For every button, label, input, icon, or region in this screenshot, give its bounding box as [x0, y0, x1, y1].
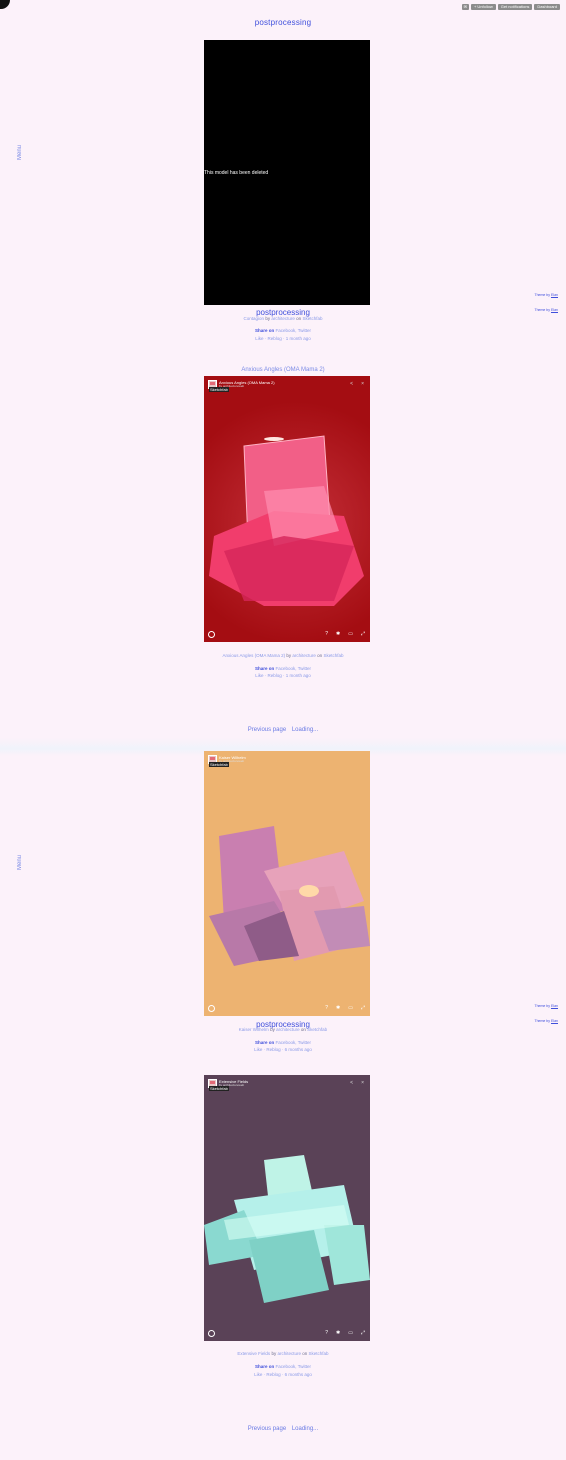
vr-icon[interactable]: ▭ [348, 1005, 353, 1011]
caption-author-link[interactable]: architecture [277, 1351, 301, 1356]
sketchfab-label: Sketchfab [209, 1086, 229, 1091]
caption-model-link[interactable]: Anxious Angles (OMA Mama 2) [223, 653, 286, 658]
share-row: Share on Facebook, Twitter [255, 1364, 311, 1369]
sketchfab-label: Sketchfab [209, 762, 229, 767]
theme-credit[interactable]: Theme by Elan [534, 1004, 558, 1008]
post-title[interactable]: Anxious Angles (OMA Mama 2) [0, 367, 566, 373]
post-caption: Contagion by architecture on Sketchfab [243, 316, 323, 321]
menu-toggle[interactable]: Menu [17, 145, 23, 160]
share-links[interactable]: Facebook, Twitter [276, 1364, 311, 1369]
pagination: Previous page Loading... [0, 727, 566, 733]
message-icon[interactable]: ✉ [461, 4, 469, 10]
fullscreen-icon[interactable]: ⤢ [361, 1330, 365, 1336]
share-row: Share on Facebook, Twitter [255, 328, 311, 333]
caption-model-link[interactable]: Extensive Fields [237, 1351, 270, 1356]
viewer-footer: ? ✱ ▭ ⤢ [204, 1004, 370, 1012]
get-notifications-button[interactable]: Get notifications [497, 4, 533, 10]
sketchfab-logo-icon[interactable] [208, 1330, 215, 1337]
share-row: Share on Facebook, Twitter [255, 666, 311, 671]
post-meta[interactable]: Like · Reblog · 1 month ago [0, 673, 566, 678]
caption-site-link[interactable]: Sketchfab [307, 1027, 327, 1032]
post-caption: Kaiser Wilhelm by architecture on Sketch… [238, 1027, 328, 1032]
fullscreen-icon[interactable]: ⤢ [361, 1005, 365, 1011]
caption-site-link[interactable]: Sketchfab [302, 316, 322, 321]
viewer-footer: ? ✱ ▭ ⤢ [204, 1329, 370, 1337]
share-row: Share on Facebook, Twitter [255, 1040, 311, 1045]
viewer-tools: < × [350, 1080, 364, 1086]
dashboard-button[interactable]: Dashboard [534, 4, 560, 10]
caption-author-link[interactable]: architecture [271, 316, 295, 321]
post-meta[interactable]: Like · Reblog · 6 months ago [0, 1047, 566, 1052]
viewer-footer: ? ✱ ▭ ⤢ [204, 630, 370, 638]
tumblr-controls: ✉ + Unfollow Get notifications Dashboard [461, 4, 560, 10]
model-viewer[interactable]: Anxious Angles (OMA Mama 2) by architect… [204, 376, 370, 642]
caption-model-link[interactable]: Contagion [244, 316, 265, 321]
previous-page-link[interactable]: Previous page [248, 727, 286, 733]
help-icon[interactable]: ? [325, 1005, 328, 1011]
post-meta[interactable]: Like · Reblog · 6 months ago [0, 1372, 566, 1377]
caption-author-link[interactable]: architecture [292, 653, 316, 658]
close-icon[interactable]: × [361, 1080, 364, 1086]
caption-model-link[interactable]: Kaiser Wilhelm [239, 1027, 269, 1032]
caption-site-link[interactable]: Sketchfab [309, 1351, 329, 1356]
help-icon[interactable]: ? [325, 1330, 328, 1336]
sketchfab-logo-icon[interactable] [208, 1005, 215, 1012]
model-render [209, 826, 370, 966]
menu-toggle[interactable]: Menu [17, 855, 23, 870]
vr-icon[interactable]: ▭ [348, 1330, 353, 1336]
pagination: Previous page Loading... [0, 1426, 566, 1432]
corner-logo [0, 0, 10, 9]
post-caption: Anxious Angles (OMA Mama 2) by architect… [222, 653, 344, 658]
post-meta[interactable]: Like · Reblog · 1 month ago [0, 336, 566, 341]
model-viewer[interactable]: Extensive Fields by architectureweb < × … [204, 1075, 370, 1341]
viewer-tools: < × [350, 381, 364, 387]
loading-indicator: Loading... [291, 1426, 319, 1432]
sketchfab-label: Sketchfab [209, 387, 229, 392]
settings-icon[interactable]: ✱ [336, 1005, 340, 1011]
share-links[interactable]: Facebook, Twitter [276, 328, 311, 333]
share-links[interactable]: Facebook, Twitter [276, 1040, 311, 1045]
theme-credit[interactable]: Theme by Elan [534, 293, 558, 297]
caption-site-link[interactable]: Sketchfab [323, 653, 343, 658]
help-icon[interactable]: ? [325, 631, 328, 637]
loading-indicator: Loading... [291, 727, 319, 733]
theme-link[interactable]: Elan [551, 1004, 558, 1008]
settings-icon[interactable]: ✱ [336, 1330, 340, 1336]
unfollow-button[interactable]: + Unfollow [470, 4, 496, 10]
caption-author-link[interactable]: architecture [276, 1027, 300, 1032]
site-title[interactable]: postprocessing [0, 18, 566, 27]
deleted-message: This model has been deleted [204, 170, 269, 176]
share-icon[interactable]: < [350, 1080, 353, 1086]
previous-page-link[interactable]: Previous page [248, 1426, 286, 1432]
close-icon[interactable]: × [361, 381, 364, 387]
share-icon[interactable]: < [350, 381, 353, 387]
model-render [209, 435, 364, 606]
model-viewer[interactable]: Kaiser Wilhelm by architectureweb ? ✱ ▭ … [204, 751, 370, 1016]
settings-icon[interactable]: ✱ [336, 631, 340, 637]
theme-link[interactable]: Elan [551, 293, 558, 297]
vr-icon[interactable]: ▭ [348, 631, 353, 637]
sketchfab-logo-icon[interactable] [208, 631, 215, 638]
model-render [204, 1155, 370, 1303]
post-caption: Extensive Fields by architecture on Sket… [237, 1351, 329, 1356]
share-links[interactable]: Facebook, Twitter [276, 666, 311, 671]
fullscreen-icon[interactable]: ⤢ [361, 631, 365, 637]
